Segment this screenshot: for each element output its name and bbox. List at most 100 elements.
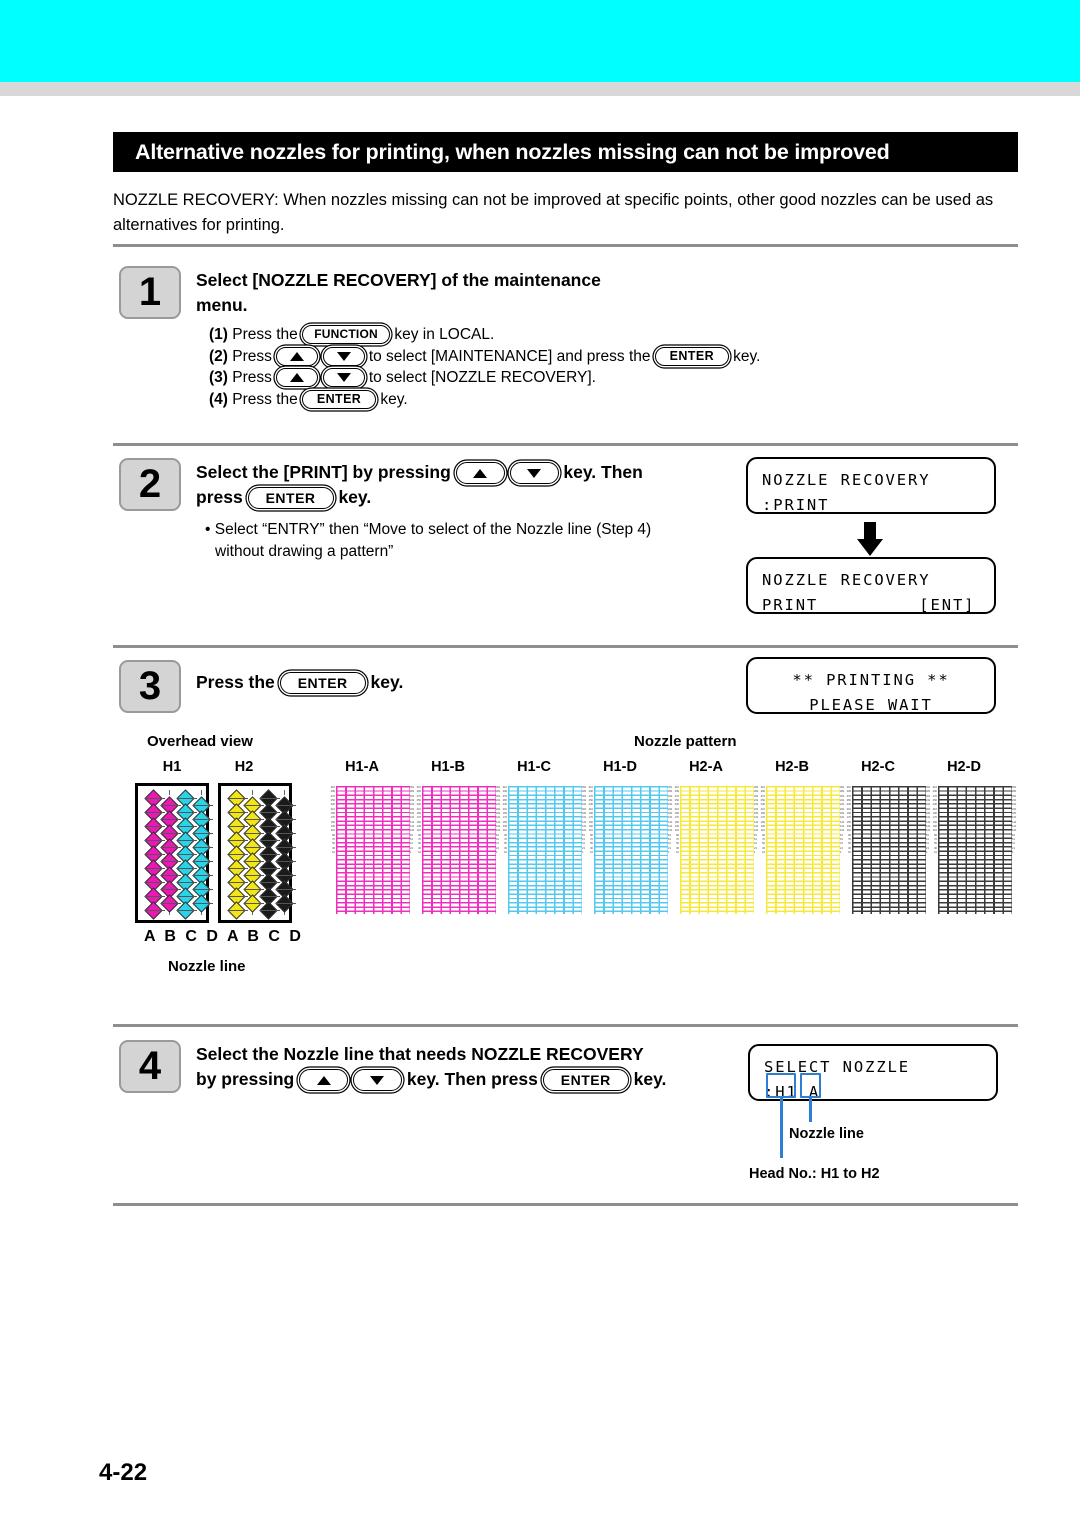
substep-2-text-pre: Press bbox=[232, 347, 272, 365]
substep-3-text-post: to select [NOZZLE RECOVERY]. bbox=[368, 369, 596, 386]
enter-key[interactable]: ENTER bbox=[302, 389, 377, 409]
up-arrow-key[interactable] bbox=[299, 1069, 349, 1092]
lcd-line-1: SELECT NOZZLE bbox=[764, 1058, 911, 1076]
pattern-label-h2-a: H2-A bbox=[689, 759, 723, 775]
substep-2-text-mid: to select [MAINTENANCE] and press the bbox=[368, 347, 651, 365]
nozzle-cross-tick bbox=[228, 868, 248, 870]
triangle-down-icon bbox=[370, 1075, 385, 1085]
enter-key[interactable]: ENTER bbox=[654, 346, 729, 366]
nozzle-cross-tick bbox=[161, 819, 181, 821]
triangle-up-icon bbox=[290, 373, 305, 383]
nozzle-cross-tick bbox=[244, 889, 264, 891]
substep-4-text-pre: Press the bbox=[232, 390, 298, 408]
lcd-printing-please-wait: ** PRINTING ** PLEASE WAIT bbox=[746, 657, 996, 714]
callout-nozzle-line-label: Nozzle line bbox=[789, 1126, 864, 1142]
top-cyan-banner bbox=[0, 0, 1080, 82]
nozzle-cross-tick bbox=[177, 882, 197, 884]
nozzle-cross-tick bbox=[260, 840, 280, 842]
substep-4: (4) Press the ENTER key. bbox=[209, 389, 909, 411]
up-arrow-key[interactable] bbox=[455, 462, 505, 485]
pattern-label-h2-c: H2-C bbox=[861, 759, 895, 775]
nozzle-cross-tick bbox=[193, 861, 213, 863]
nozzle-cross-tick bbox=[228, 882, 248, 884]
nozzle-cross-tick bbox=[145, 854, 165, 856]
enter-key[interactable]: ENTER bbox=[247, 487, 334, 510]
down-arrow-key[interactable] bbox=[322, 368, 365, 388]
divider-bottom bbox=[113, 1203, 1018, 1206]
pattern-label-h2-b: H2-B bbox=[775, 759, 809, 775]
nozzle-cross-tick bbox=[260, 868, 280, 870]
pattern-scale-left: 310 290 270 250 230 210 190 170 150 130 110 90 70 50 3… bbox=[846, 786, 851, 855]
function-key[interactable]: FUNCTION bbox=[302, 325, 391, 345]
pattern-scale-left: 310 290 270 250 230 210 190 170 150 130 110 90 70 50 3… bbox=[674, 786, 679, 855]
nozzle-cross-tick bbox=[145, 910, 165, 912]
nozzle-cross-tick bbox=[193, 903, 213, 905]
step-2-note-line2: without drawing a pattern” bbox=[215, 543, 394, 560]
nozzle-cross-tick bbox=[177, 910, 197, 912]
substep-1-text-post: key in LOCAL. bbox=[394, 326, 495, 343]
triangle-down-icon bbox=[336, 373, 351, 383]
nozzle-cross-tick bbox=[193, 833, 213, 835]
pattern-grid bbox=[938, 786, 1012, 914]
nozzle-pattern-caption: Nozzle pattern bbox=[634, 733, 737, 750]
nozzle-cross-tick bbox=[228, 840, 248, 842]
nozzle-cross-tick bbox=[244, 819, 264, 821]
substep-2-text-post: key. bbox=[733, 347, 761, 365]
triangle-up-icon bbox=[473, 468, 488, 478]
pattern-scale-left: 310 290 270 250 230 210 190 170 150 130 110 90 70 50 3… bbox=[502, 786, 507, 855]
pattern-scale-left: 310 290 270 250 230 210 190 170 150 130 110 90 70 50 3… bbox=[416, 786, 421, 855]
enter-key[interactable]: ENTER bbox=[542, 1069, 629, 1092]
enter-key[interactable]: ENTER bbox=[279, 672, 366, 695]
lcd-line-1: NOZZLE RECOVERY bbox=[762, 471, 931, 489]
nozzle-cross-tick bbox=[276, 819, 296, 821]
step-2-heading: Select the [PRINT] by pressing key. Then… bbox=[196, 460, 741, 510]
triangle-up-icon bbox=[290, 351, 305, 361]
substep-1-number: (1) bbox=[209, 326, 228, 343]
substep-3: (3) Press to select [NOZZLE RECOVERY]. bbox=[209, 367, 909, 389]
nozzle-cross-tick bbox=[260, 826, 280, 828]
pattern-label-h1-c: H1-C bbox=[517, 759, 551, 775]
divider-step1 bbox=[113, 244, 1018, 247]
nozzle-cross-tick bbox=[161, 861, 181, 863]
triangle-up-icon bbox=[316, 1075, 331, 1085]
lcd-line-2: :PRINT bbox=[762, 496, 830, 514]
nozzle-cross-tick bbox=[161, 903, 181, 905]
step-3-heading-pre: Press the bbox=[196, 672, 275, 692]
nozzle-cross-tick bbox=[244, 833, 264, 835]
nozzle-cross-tick bbox=[228, 854, 248, 856]
triangle-down-icon bbox=[336, 351, 351, 361]
nozzle-cross-tick bbox=[260, 854, 280, 856]
nozzle-line-caption: Nozzle line bbox=[168, 958, 246, 975]
nozzle-cross-tick bbox=[193, 875, 213, 877]
up-arrow-key[interactable] bbox=[276, 368, 319, 388]
page-title-bar: Alternative nozzles for printing, when n… bbox=[113, 132, 1018, 172]
nozzle-cross-tick bbox=[145, 840, 165, 842]
nozzle-cross-tick bbox=[177, 798, 197, 800]
callout-line-nozzle-line bbox=[809, 1098, 812, 1122]
pattern-grid bbox=[852, 786, 926, 914]
nozzle-cross-tick bbox=[161, 889, 181, 891]
highlight-head-number bbox=[766, 1073, 796, 1098]
step-4-badge: 4 bbox=[119, 1040, 181, 1093]
nozzle-pattern-h1-a: 310 290 270 250 230 210 190 170 150 130 110 90 70 50 3… bbox=[322, 786, 414, 914]
nozzle-cross-tick bbox=[276, 833, 296, 835]
pattern-label-h1-d: H1-D bbox=[603, 759, 637, 775]
down-arrow-key[interactable] bbox=[322, 346, 365, 366]
down-arrow-key[interactable] bbox=[352, 1069, 402, 1092]
pattern-grid bbox=[508, 786, 582, 914]
step-2-heading-mid: key. Then bbox=[563, 462, 643, 482]
nozzle-cross-tick bbox=[145, 868, 165, 870]
pattern-grid bbox=[336, 786, 410, 914]
nozzle-cross-tick bbox=[276, 847, 296, 849]
intro-paragraph: NOZZLE RECOVERY: When nozzles missing ca… bbox=[113, 191, 994, 234]
nozzle-pattern-h1-d: 310 290 270 250 230 210 190 170 150 130 110 90 70 50 3… bbox=[580, 786, 672, 914]
up-arrow-key[interactable] bbox=[276, 346, 319, 366]
nozzle-cross-tick bbox=[161, 805, 181, 807]
down-arrow-key[interactable] bbox=[509, 462, 559, 485]
step-1-heading-line1: Select [NOZZLE RECOVERY] of the maintena… bbox=[196, 270, 601, 290]
step-4-heading-line1: Select the Nozzle line that needs NOZZLE… bbox=[196, 1044, 644, 1064]
nozzle-cross-tick bbox=[244, 903, 264, 905]
nozzle-cross-tick bbox=[145, 826, 165, 828]
pattern-grid bbox=[422, 786, 496, 914]
step-4-heading-line2-pre: by pressing bbox=[196, 1069, 295, 1089]
